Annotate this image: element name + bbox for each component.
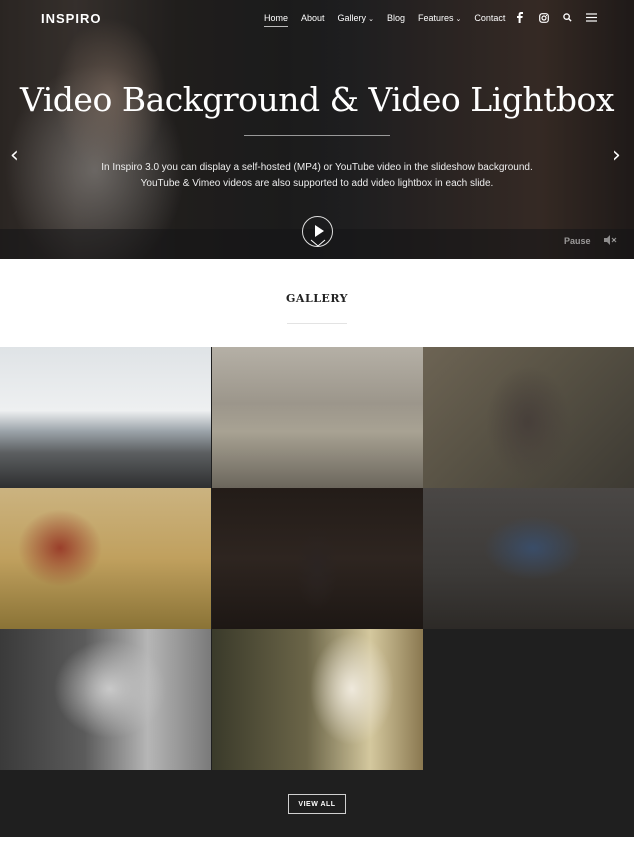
gallery-divider bbox=[287, 323, 347, 324]
pause-button[interactable]: Pause bbox=[564, 236, 591, 246]
menu-item-about[interactable]: About bbox=[301, 13, 325, 27]
site-logo[interactable]: INSPIRO bbox=[41, 11, 101, 26]
menu-icon[interactable] bbox=[586, 12, 597, 23]
top-navigation: INSPIRO Home About Gallery ⌄ Blog Feature… bbox=[0, 0, 634, 36]
gallery-heading: GALLERY bbox=[286, 292, 348, 305]
menu-item-blog[interactable]: Blog bbox=[387, 13, 405, 27]
nav-icons bbox=[514, 12, 610, 23]
hero-description-line: YouTube & Vimeo videos are also supporte… bbox=[140, 178, 494, 189]
facebook-icon[interactable] bbox=[514, 12, 525, 23]
scroll-down-icon[interactable] bbox=[310, 236, 326, 250]
gallery-item-couple-in-woods[interactable] bbox=[423, 347, 634, 488]
menu-item-gallery[interactable]: Gallery ⌄ bbox=[338, 13, 374, 27]
chevron-down-icon: ⌄ bbox=[455, 16, 462, 23]
menu-item-contact[interactable]: Contact bbox=[474, 13, 505, 27]
gallery-item-couple-embrace[interactable] bbox=[212, 629, 423, 770]
gallery-item-couple-lying-down[interactable] bbox=[423, 488, 634, 629]
menu-item-features[interactable]: Features ⌄ bbox=[418, 13, 461, 27]
gallery-item-couple-dark-background[interactable] bbox=[212, 488, 423, 629]
gallery-item-couple-kissing[interactable] bbox=[0, 629, 211, 770]
main-menu: Home About Gallery ⌄ Blog Features ⌄ Conta… bbox=[264, 13, 518, 27]
next-slide-arrow-icon[interactable]: › bbox=[612, 143, 621, 168]
chevron-down-icon: ⌄ bbox=[368, 16, 374, 23]
search-icon[interactable] bbox=[562, 12, 573, 23]
hero-description: In Inspiro 3.0 you can display a self-ho… bbox=[0, 160, 634, 192]
gallery-item-feet-on-boardwalk[interactable] bbox=[212, 347, 423, 488]
mute-icon[interactable] bbox=[604, 235, 618, 248]
menu-item-home[interactable]: Home bbox=[264, 13, 289, 27]
page-footer-strip bbox=[0, 837, 634, 850]
gallery-item-couple-in-field[interactable] bbox=[0, 488, 211, 629]
hero-divider bbox=[244, 135, 390, 136]
hero-title: Video Background & Video Lightbox bbox=[20, 80, 615, 119]
instagram-icon[interactable] bbox=[538, 12, 549, 23]
hero-description-line: In Inspiro 3.0 you can display a self-ho… bbox=[101, 162, 533, 173]
prev-slide-arrow-icon[interactable]: ‹ bbox=[10, 143, 19, 168]
view-all-button[interactable]: VIEW ALL bbox=[288, 794, 346, 814]
gallery-item-couple-on-rocks[interactable] bbox=[0, 347, 211, 488]
